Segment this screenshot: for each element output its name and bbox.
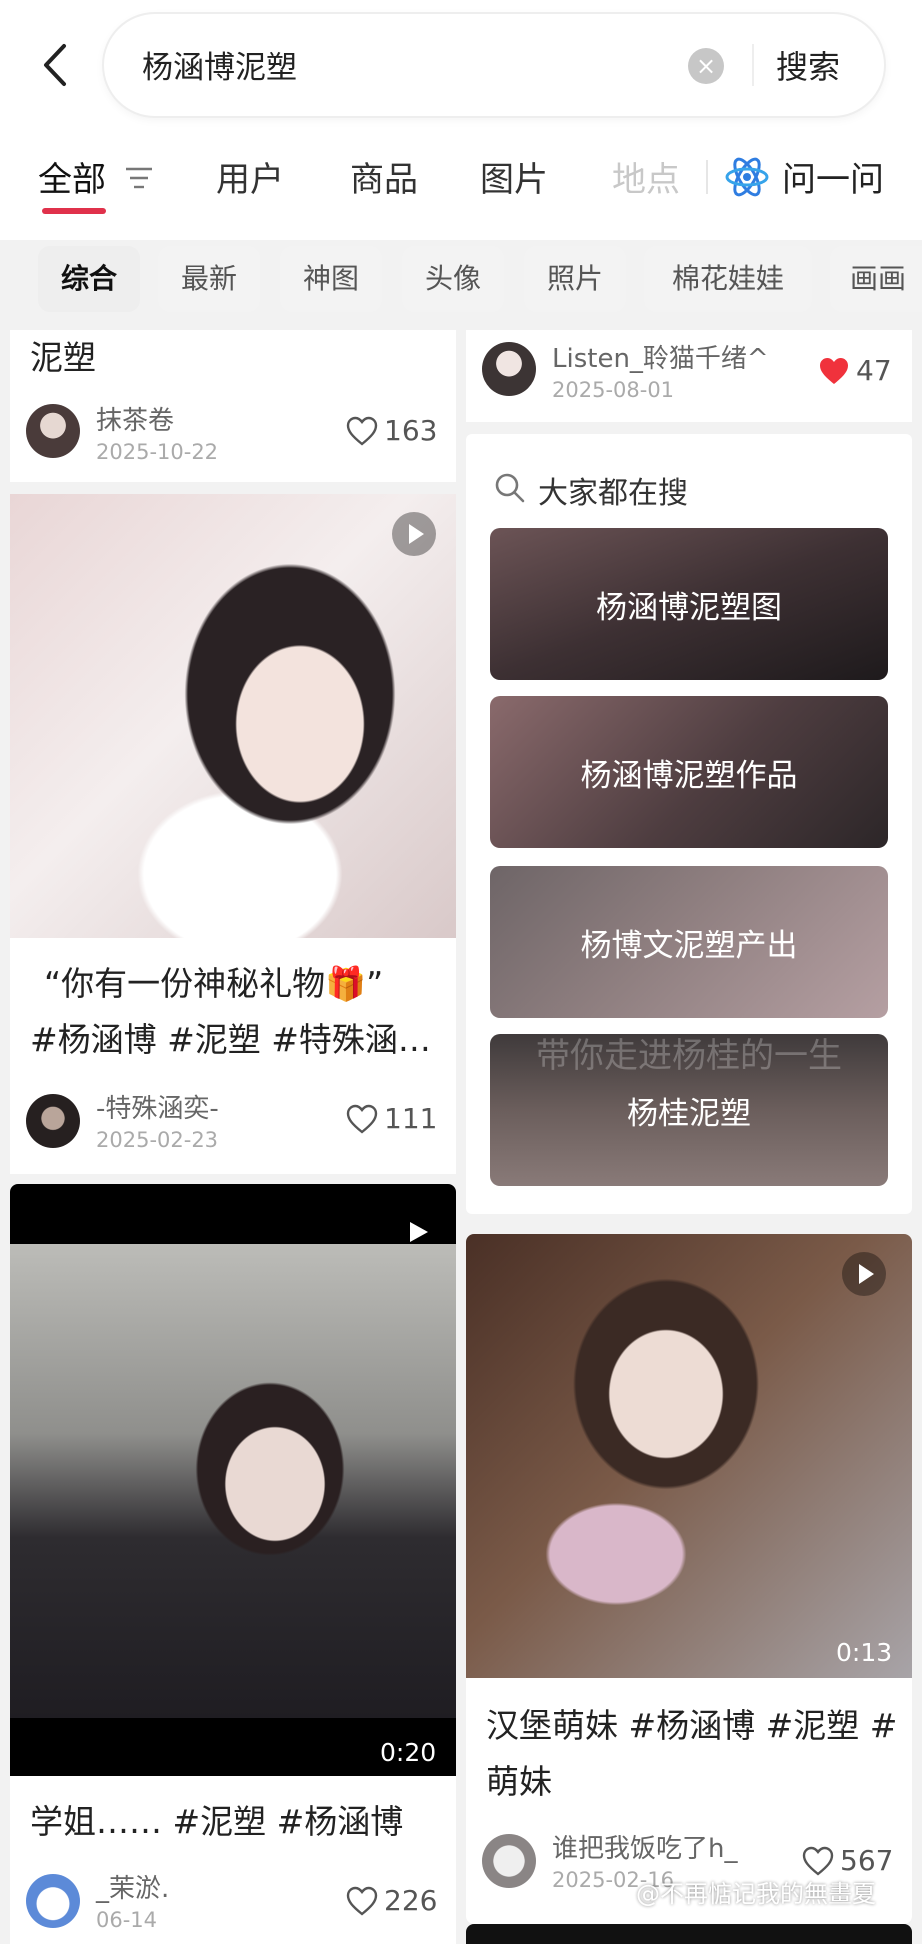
avatar[interactable]: [482, 1834, 536, 1888]
suggestion-item[interactable]: 杨涵博泥塑图: [490, 528, 888, 680]
note-card[interactable]: Listen_聆猫千绪^ 2025-08-01 47: [466, 330, 912, 422]
note-title: 汉堡萌妹 #杨涵博 #泥塑 #: [486, 1706, 898, 1745]
suggestion-label: 杨涵博泥塑图: [596, 589, 782, 626]
avatar[interactable]: [26, 1874, 80, 1928]
like-count: 567: [840, 1844, 894, 1877]
next-card-edge: [466, 1924, 912, 1944]
heart-outline-icon: [802, 1846, 834, 1876]
suggestion-item[interactable]: 杨涵博泥塑作品: [490, 696, 888, 848]
play-icon: [392, 512, 436, 556]
author-name[interactable]: 谁把我饭吃了h_: [552, 1828, 737, 1865]
ask-ai-icon[interactable]: [724, 154, 770, 200]
watermark: @不再惦记我的無畫夏: [636, 1880, 876, 1908]
video-frame: [10, 1244, 456, 1718]
author-name[interactable]: _茉淤.: [96, 1868, 169, 1905]
video-cover[interactable]: 0:13: [466, 1234, 912, 1678]
search-icon: [495, 473, 525, 503]
filter-icon[interactable]: [124, 166, 154, 190]
note-card[interactable]: 泥塑 抹茶卷 2025-10-22 163: [10, 330, 456, 482]
like-button[interactable]: 47: [818, 354, 892, 387]
video-duration: 0:13: [836, 1638, 893, 1667]
suggestion-label: 杨博文泥塑产出: [580, 927, 798, 964]
avatar[interactable]: [26, 1094, 80, 1148]
chip-latest[interactable]: 最新: [158, 246, 260, 312]
note-card[interactable]: 0:13 汉堡萌妹 #杨涵博 #泥塑 # 萌妹 谁把我饭吃了h_ 2025-02…: [466, 1234, 912, 1924]
post-date: 2025-02-23: [96, 1128, 219, 1152]
heart-filled-icon: [820, 357, 848, 384]
post-date: 06-14: [96, 1908, 158, 1932]
like-button[interactable]: 226: [346, 1884, 437, 1917]
trending-searches-title: 大家都在搜: [538, 476, 688, 511]
note-hashtags: #杨涵博 #泥塑 #特殊涵…: [30, 1020, 431, 1059]
suggestion-item[interactable]: 带你走进杨桂的一生 杨桂泥塑: [490, 1034, 888, 1186]
author-name[interactable]: -特殊涵奕-: [96, 1088, 219, 1125]
note-title: 泥塑: [30, 338, 96, 377]
back-arrow-icon[interactable]: [36, 40, 76, 90]
note-title-continued: 萌妹: [486, 1762, 552, 1801]
search-input[interactable]: 杨涵博泥塑: [142, 42, 297, 87]
cover-image[interactable]: [10, 494, 456, 938]
post-date: 2025-10-22: [96, 440, 219, 464]
tab-divider: [706, 160, 708, 194]
search-button[interactable]: 搜索: [776, 42, 840, 88]
avatar[interactable]: [482, 342, 536, 396]
like-button[interactable]: 567: [802, 1844, 893, 1877]
tab-users[interactable]: 用户: [216, 152, 284, 201]
suggestion-label: 杨涵博泥塑作品: [580, 757, 798, 794]
chip-great-images[interactable]: 神图: [280, 246, 382, 312]
clear-icon[interactable]: ×: [688, 48, 724, 84]
tab-products[interactable]: 商品: [350, 152, 418, 201]
play-icon: [842, 1252, 886, 1296]
heart-outline-icon: [346, 416, 378, 446]
active-tab-indicator: [42, 208, 106, 214]
heart-outline-icon: [346, 1104, 378, 1134]
play-icon: [410, 1222, 428, 1242]
chip-avatars[interactable]: 头像: [402, 246, 504, 312]
top-bar: 杨涵博泥塑 × 搜索 全部 用户 商品 图片 地点 问一问: [0, 0, 922, 240]
chip-drawing[interactable]: 画画: [830, 246, 922, 312]
note-card[interactable]: “你有一份神秘礼物🎁” #杨涵博 #泥塑 #特殊涵… -特殊涵奕- 2025-0…: [10, 494, 456, 1174]
avatar[interactable]: [26, 404, 80, 458]
like-count: 111: [384, 1102, 438, 1135]
search-divider: [752, 44, 754, 86]
author-name[interactable]: Listen_聆猫千绪^: [552, 338, 769, 375]
tab-places[interactable]: 地点: [612, 152, 680, 201]
chip-photos[interactable]: 照片: [524, 246, 626, 312]
author-name[interactable]: 抹茶卷: [96, 400, 174, 437]
search-box[interactable]: 杨涵博泥塑 × 搜索: [104, 14, 884, 116]
video-cover[interactable]: 0:20: [10, 1184, 456, 1776]
tab-all[interactable]: 全部: [38, 152, 106, 201]
suggestion-item[interactable]: 杨博文泥塑产出: [490, 866, 888, 1018]
like-count: 163: [384, 414, 438, 447]
note-card[interactable]: 0:20 学姐…… #泥塑 #杨涵博 _茉淤. 06-14 226: [10, 1184, 456, 1944]
tab-images[interactable]: 图片: [480, 152, 548, 201]
post-date: 2025-08-01: [552, 378, 675, 402]
video-duration: 0:20: [380, 1738, 437, 1767]
like-count: 226: [384, 1884, 438, 1917]
like-count: 47: [856, 354, 892, 387]
note-title: 学姐…… #泥塑 #杨涵博: [30, 1802, 404, 1841]
suggestion-label: 杨桂泥塑: [627, 1095, 751, 1132]
like-button[interactable]: 163: [346, 414, 437, 447]
chip-cotton-doll[interactable]: 棉花娃娃: [644, 246, 812, 312]
chip-comprehensive[interactable]: 综合: [38, 246, 140, 312]
ask-button[interactable]: 问一问: [782, 152, 884, 201]
note-title: “你有一份神秘礼物🎁”: [44, 964, 384, 1003]
like-button[interactable]: 111: [346, 1102, 437, 1135]
heart-outline-icon: [346, 1886, 378, 1916]
